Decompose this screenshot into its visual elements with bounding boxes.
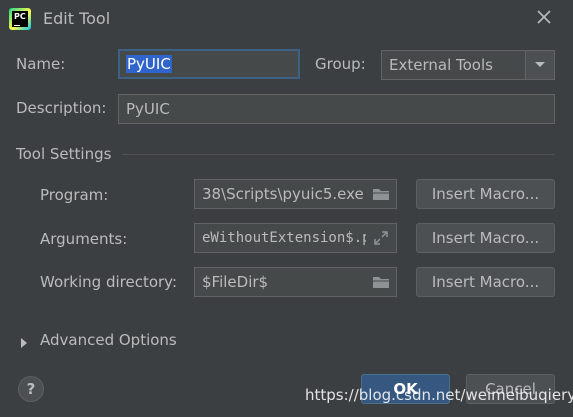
group-label: Group:	[315, 55, 366, 73]
group-combobox[interactable]: External Tools	[381, 50, 555, 80]
group-value: External Tools	[389, 56, 493, 74]
program-value: ‌38\Scripts\pyuic5.exe	[202, 185, 364, 203]
folder-icon[interactable]	[366, 180, 396, 208]
working-directory-input[interactable]: $FileDir$	[194, 267, 397, 297]
description-label: Description:	[16, 99, 107, 117]
name-label: Name:	[16, 55, 66, 73]
arguments-label: Arguments:	[40, 230, 128, 248]
dialog-title: Edit Tool	[43, 9, 111, 28]
working-directory-label: Working directory:	[40, 273, 178, 291]
pycharm-logo-icon: PC	[9, 8, 31, 30]
working-directory-insert-macro-button[interactable]: Insert Macro...	[416, 267, 555, 297]
name-input-value: PyUIC	[126, 55, 172, 73]
close-icon[interactable]	[535, 8, 553, 26]
triangle-right-icon[interactable]	[20, 334, 28, 352]
section-divider	[122, 154, 555, 155]
program-input[interactable]: ‌38\Scripts\pyuic5.exe	[194, 179, 397, 209]
expand-icon[interactable]	[366, 224, 396, 252]
advanced-options-toggle[interactable]: Advanced Options	[40, 331, 177, 349]
watermark-text: https://blog.csdn.net/weimeibuqieryu	[305, 386, 573, 404]
program-label: Program:	[40, 186, 109, 204]
description-input[interactable]: PyUIC	[118, 94, 555, 124]
program-insert-macro-button[interactable]: Insert Macro...	[416, 179, 555, 209]
description-value: PyUIC	[126, 100, 170, 118]
name-input[interactable]: PyUIC	[118, 49, 300, 79]
arguments-value: eWithoutExtension$.py	[202, 230, 380, 246]
help-button[interactable]: ?	[18, 376, 44, 402]
tool-settings-heading: Tool Settings	[16, 145, 112, 163]
arguments-input[interactable]: eWithoutExtension$.py	[194, 223, 397, 253]
arguments-insert-macro-button[interactable]: Insert Macro...	[416, 223, 555, 253]
chevron-down-icon[interactable]	[525, 51, 554, 79]
working-directory-value: $FileDir$	[202, 273, 269, 291]
folder-icon[interactable]	[366, 268, 396, 296]
